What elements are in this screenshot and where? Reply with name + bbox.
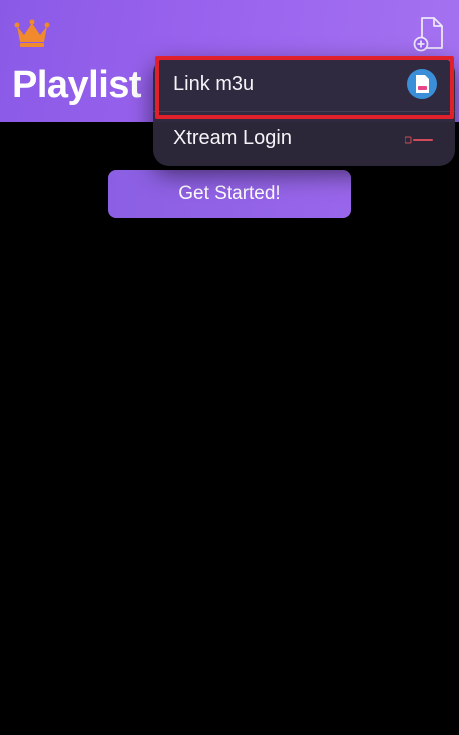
add-playlist-menu: Link m3u Xtream Login [153,57,455,166]
crown-icon[interactable] [14,18,50,48]
menu-item-xtream-login[interactable]: Xtream Login [153,111,455,165]
page-title: Playlist [12,64,142,106]
xtream-icon [405,136,435,144]
get-started-button[interactable]: Get Started! [108,170,351,218]
menu-item-link-m3u[interactable]: Link m3u [153,57,455,111]
app-screen: Playlist Get Started! Link m3u Xtream Lo… [0,0,459,735]
menu-item-label: Xtream Login [173,127,292,149]
m3u-file-icon [407,69,437,99]
file-add-icon[interactable] [412,16,444,52]
menu-item-label: Link m3u [173,72,255,95]
